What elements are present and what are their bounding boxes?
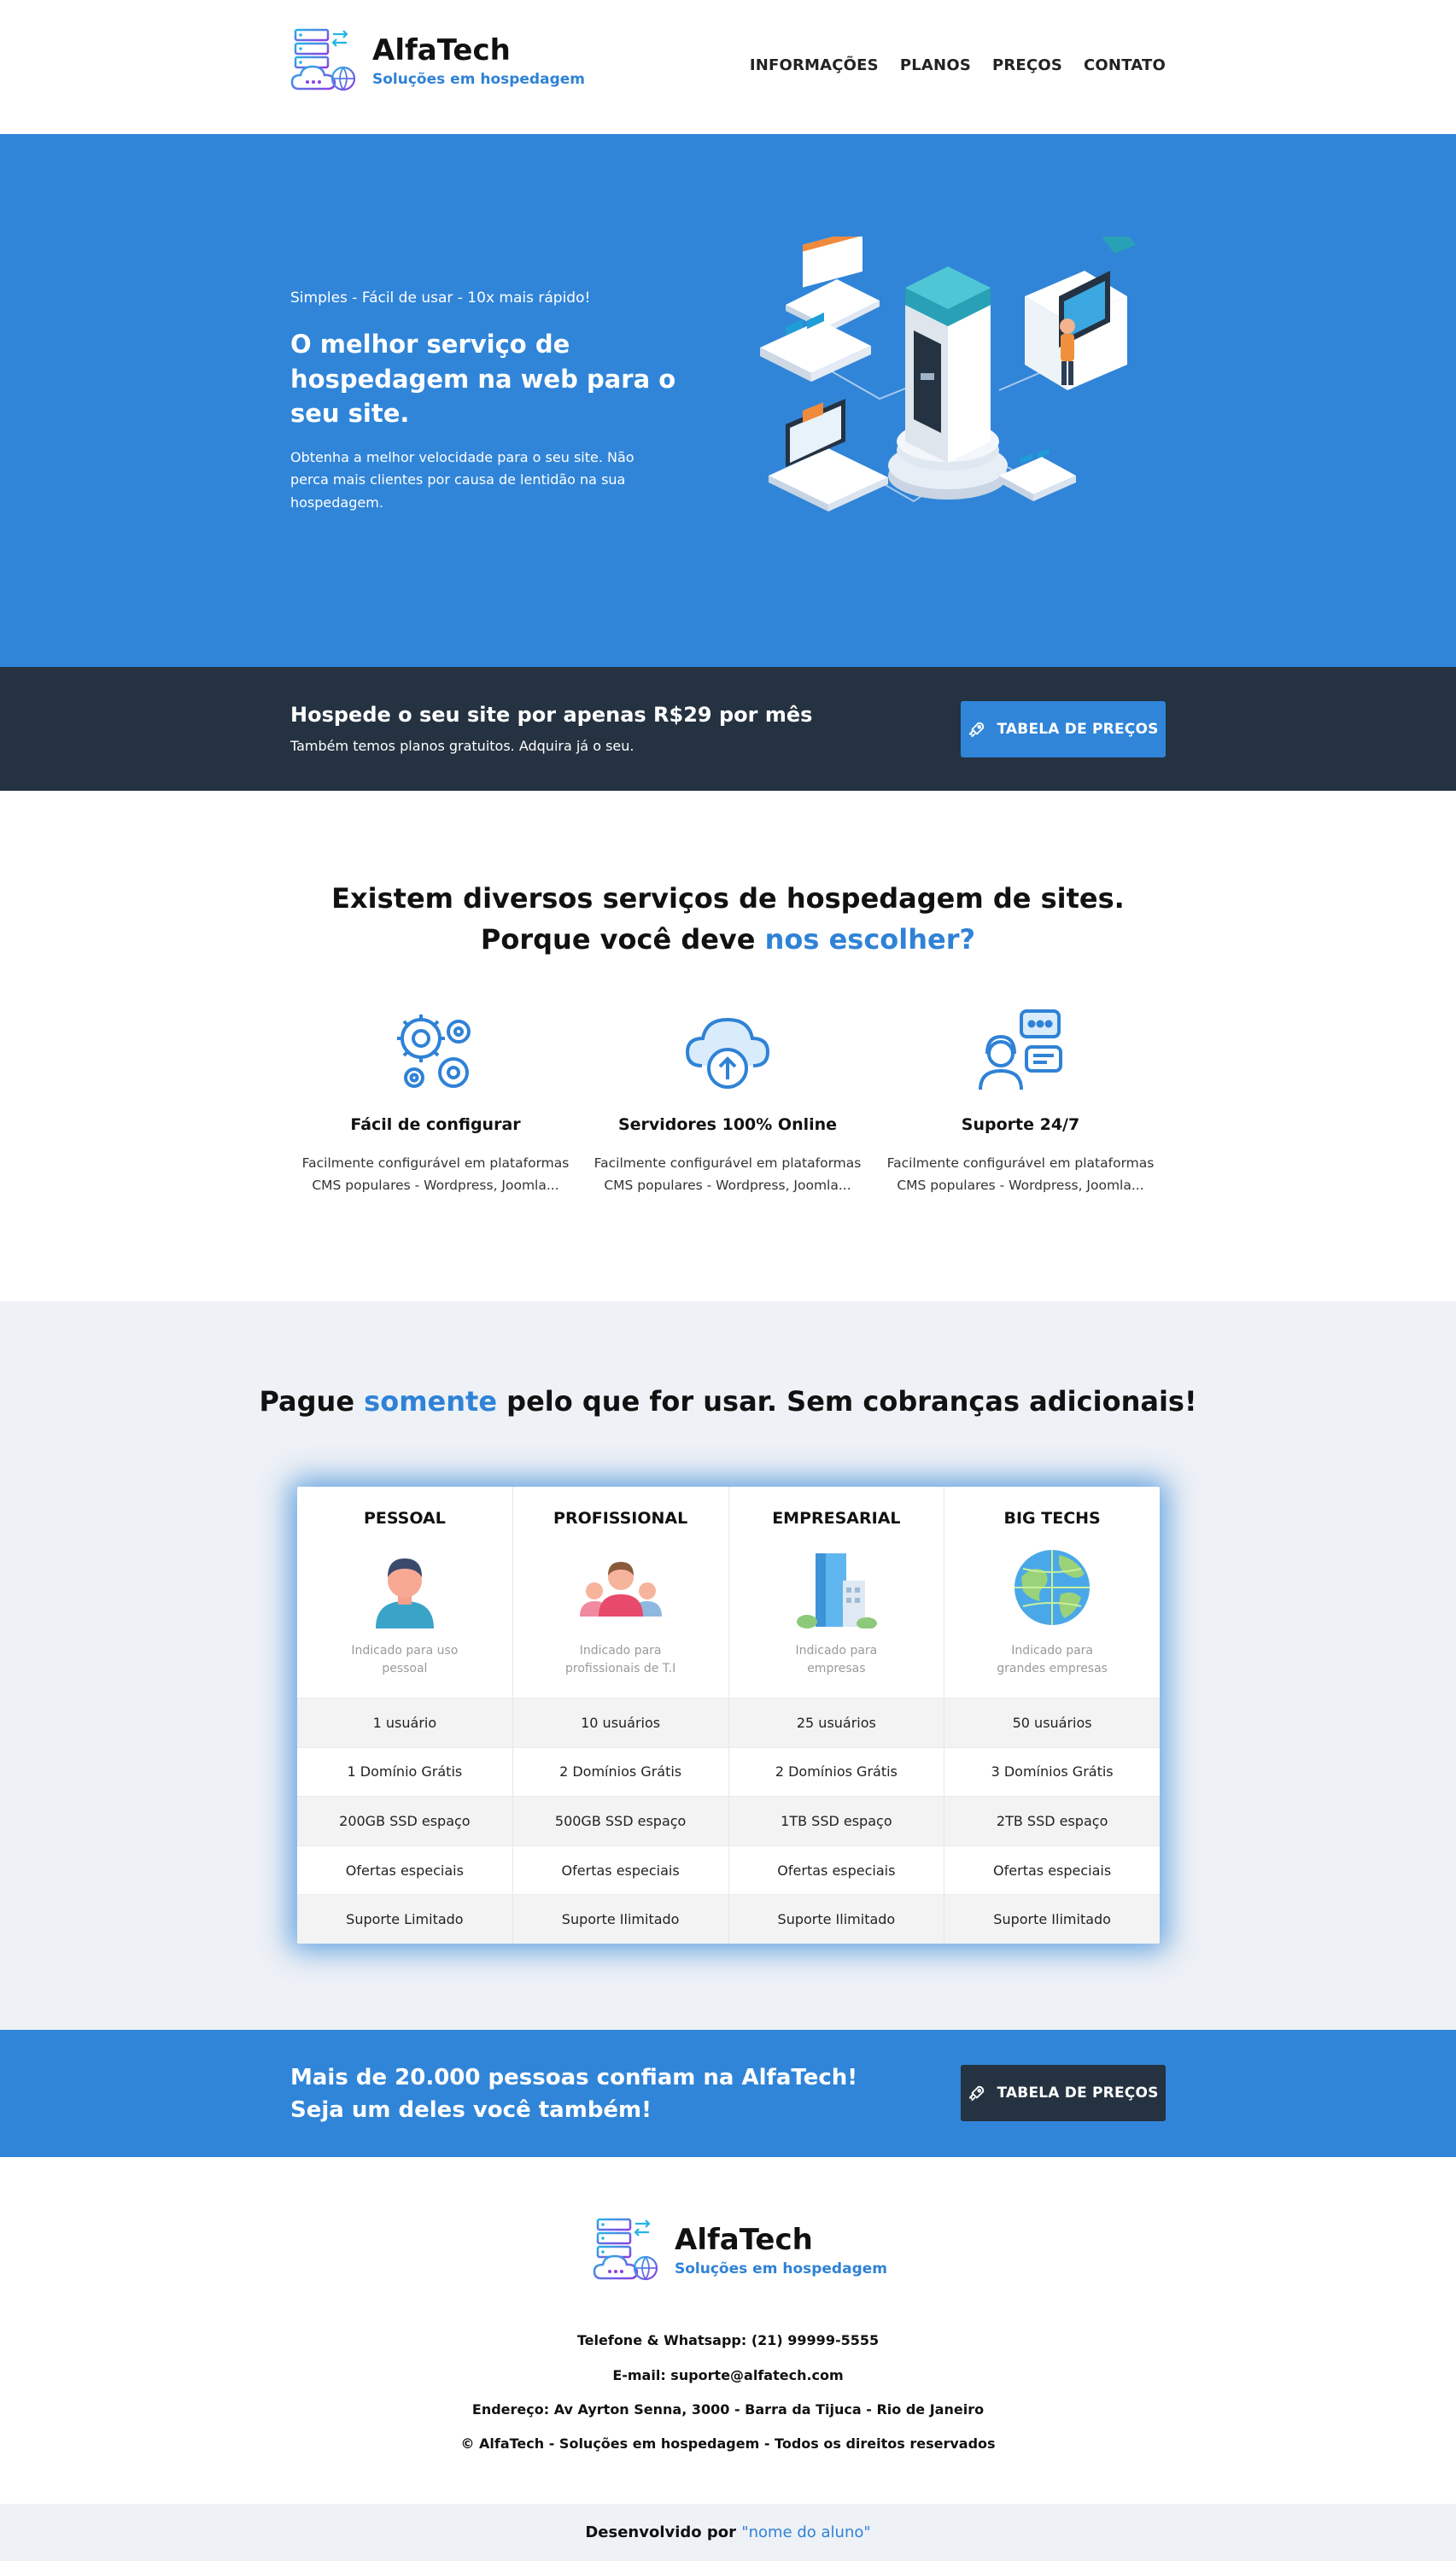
server-cloud-logo-icon [593, 2218, 658, 2281]
plan-description: Indicado para empresas [795, 1644, 878, 1675]
plan-feature-row: Suporte Ilimitado [728, 1894, 944, 1944]
pricing-title: Pague somente pelo que for usar. Sem cob… [0, 1385, 1456, 1418]
server-cloud-logo-icon [290, 28, 356, 91]
pricing-title-prefix: Pague [259, 1385, 365, 1418]
plan-column-pessoal: PESSOAL Indicado para uso pessoal 1 usuá… [297, 1487, 513, 1944]
plan-feature-row: 1 Domínio Grátis [297, 1746, 512, 1797]
pricing-section: Pague somente pelo que for usar. Sem cob… [0, 1301, 1456, 2030]
plan-feature-row: 3 Domínios Grátis [944, 1746, 1160, 1797]
plan-feature-row: 500GB SSD espaço [512, 1796, 728, 1845]
plan-feature-row: 50 usuários [944, 1698, 1160, 1747]
feature-card: Fácil de configurar Facilmente configurá… [290, 1004, 581, 1196]
pricing-table: PESSOAL Indicado para uso pessoal 1 usuá… [297, 1487, 1160, 1944]
plan-feature-row: 2 Domínios Grátis [728, 1746, 944, 1797]
pricing-title-accent: somente [364, 1385, 498, 1418]
feature-text: Facilmente configurável em plataformas C… [301, 1155, 570, 1193]
features-title: Existem diversos serviços de hospedagem … [0, 878, 1456, 960]
plan-feature-row: Suporte Limitado [297, 1894, 512, 1944]
plan-feature-row: 200GB SSD espaço [297, 1796, 512, 1845]
rocket-icon [969, 722, 985, 738]
plan-feature-row: 2TB SSD espaço [944, 1796, 1160, 1845]
feature-text: Facilmente configurável em plataformas C… [886, 1155, 1155, 1193]
plan-feature-row: 2 Domínios Grátis [512, 1746, 728, 1797]
hero-text: Obtenha a melhor velocidade para o seu s… [290, 449, 634, 511]
plan-column-profissional: PROFISSIONAL Indicado para profissionais… [512, 1487, 729, 1944]
nav-link-precos[interactable]: PREÇOS [992, 56, 1062, 74]
feature-card: Servidores 100% Online Facilmente config… [582, 1004, 873, 1196]
nav-link-planos[interactable]: PLANOS [900, 56, 971, 74]
main-nav: INFORMAÇÕES PLANOS PREÇOS CONTATO [750, 56, 1166, 74]
price-table-button-secondary[interactable]: TABELA DE PREÇOS [961, 2065, 1166, 2121]
price-table-button-label: TABELA DE PREÇOS [997, 721, 1159, 738]
hero-section: Simples - Fácil de usar - 10x mais rápid… [0, 134, 1456, 667]
plan-feature-row: Ofertas especiais [728, 1845, 944, 1895]
footer-logo[interactable]: AlfaTech Soluções em hospedagem [593, 2217, 887, 2285]
plan-description: Indicado para uso pessoal [351, 1644, 459, 1675]
plan-feature-row: 10 usuários [512, 1698, 728, 1747]
price-table-button-label: TABELA DE PREÇOS [997, 2084, 1159, 2102]
cloud-upload-icon [685, 1017, 770, 1089]
features-title-line1: Existem diversos serviços de hospedagem … [331, 882, 1125, 915]
plan-feature-row: 25 usuários [728, 1698, 944, 1747]
plan-feature-row: 1 usuário [297, 1698, 512, 1747]
features-section: Existem diversos serviços de hospedagem … [0, 791, 1456, 1301]
plan-name: PROFISSIONAL [553, 1509, 688, 1528]
nav-link-contato[interactable]: CONTATO [1084, 56, 1166, 74]
hosting-servers-illustration [760, 237, 1136, 512]
plan-feature-row: Ofertas especiais [512, 1845, 728, 1895]
trust-text: Mais de 20.000 pessoas confiam na AlfaTe… [290, 2062, 857, 2126]
credits-author-link[interactable]: "nome do aluno" [741, 2523, 870, 2541]
feature-title: Fácil de configurar [350, 1115, 521, 1134]
footer-email: E-mail: suporte@alfatech.com [612, 2367, 844, 2383]
trust-line2: Seja um deles você também! [290, 2096, 652, 2123]
feature-title: Suporte 24/7 [961, 1115, 1080, 1134]
feature-card: Suporte 24/7 Facilmente configurável em … [875, 1004, 1166, 1196]
person-icon [375, 1558, 434, 1628]
footer-brand-name: AlfaTech [675, 2223, 813, 2258]
feature-text: Facilmente configurável em plataformas C… [594, 1155, 862, 1193]
plan-name: PESSOAL [363, 1509, 446, 1528]
trust-section: Mais de 20.000 pessoas confiam na AlfaTe… [0, 2030, 1456, 2157]
plan-description: Indicado para grandes empresas [997, 1644, 1108, 1675]
promo-subtitle: Também temos planos gratuitos. Adquira j… [290, 738, 634, 754]
features-title-accent: nos escolher? [764, 923, 976, 956]
price-table-button[interactable]: TABELA DE PREÇOS [961, 701, 1166, 757]
trust-line1: Mais de 20.000 pessoas confiam na AlfaTe… [290, 2065, 858, 2090]
plan-column-big-techs: BIG TECHS Indicado para grandes empresas… [944, 1487, 1160, 1944]
brand-name: AlfaTech [372, 33, 511, 68]
footer-brand-tagline: Soluções em hospedagem [675, 2260, 887, 2277]
hero-tagline: Simples - Fácil de usar - 10x mais rápid… [290, 289, 591, 307]
globe-icon [1015, 1550, 1091, 1625]
plan-feature-row: Suporte Ilimitado [944, 1894, 1160, 1944]
plan-description: Indicado para profissionais de T.I [564, 1644, 676, 1675]
building-icon [797, 1553, 878, 1628]
footer-copyright: © AlfaTech - Soluções em hospedagem - To… [460, 2435, 996, 2452]
support-agent-icon [979, 1009, 1062, 1090]
plan-feature-row: Suporte Ilimitado [512, 1894, 728, 1944]
credits-bar: Desenvolvido por "nome do aluno" [0, 2504, 1456, 2561]
footer-address: Endereço: Av Ayrton Senna, 3000 - Barra … [471, 2401, 985, 2418]
plan-feature-row: Ofertas especiais [944, 1845, 1160, 1895]
promo-title: Hospede o seu site por apenas R$29 por m… [290, 703, 813, 727]
nav-link-informacoes[interactable]: INFORMAÇÕES [750, 56, 879, 74]
plan-feature-row: Ofertas especiais [297, 1845, 512, 1895]
site-header: AlfaTech Soluções em hospedagem INFORMAÇ… [0, 0, 1456, 134]
hero-title: O melhor serviço de hospedagem na web pa… [290, 330, 676, 429]
team-icon [579, 1562, 662, 1617]
site-footer: AlfaTech Soluções em hospedagem Telefone… [0, 2157, 1456, 2504]
header-logo[interactable]: AlfaTech Soluções em hospedagem [290, 27, 585, 96]
gears-icon [397, 1014, 471, 1088]
brand-tagline: Soluções em hospedagem [372, 70, 585, 88]
features-title-line2-prefix: Porque você deve [480, 923, 765, 956]
pricing-title-suffix: pelo que for usar. Sem cobranças adicion… [497, 1385, 1197, 1418]
plan-column-empresarial: EMPRESARIAL Indicado para empresas 25 us… [728, 1487, 945, 1944]
plan-name: EMPRESARIAL [772, 1509, 901, 1528]
rocket-icon [969, 2085, 985, 2102]
plan-feature-row: 1TB SSD espaço [728, 1796, 944, 1845]
footer-phone: Telefone & Whatsapp: (21) 99999-5555 [576, 2332, 880, 2348]
plan-name: BIG TECHS [1003, 1509, 1101, 1528]
credits-prefix: Desenvolvido por [585, 2523, 742, 2541]
promo-bar: Hospede o seu site por apenas R$29 por m… [0, 667, 1456, 791]
feature-title: Servidores 100% Online [617, 1115, 838, 1134]
